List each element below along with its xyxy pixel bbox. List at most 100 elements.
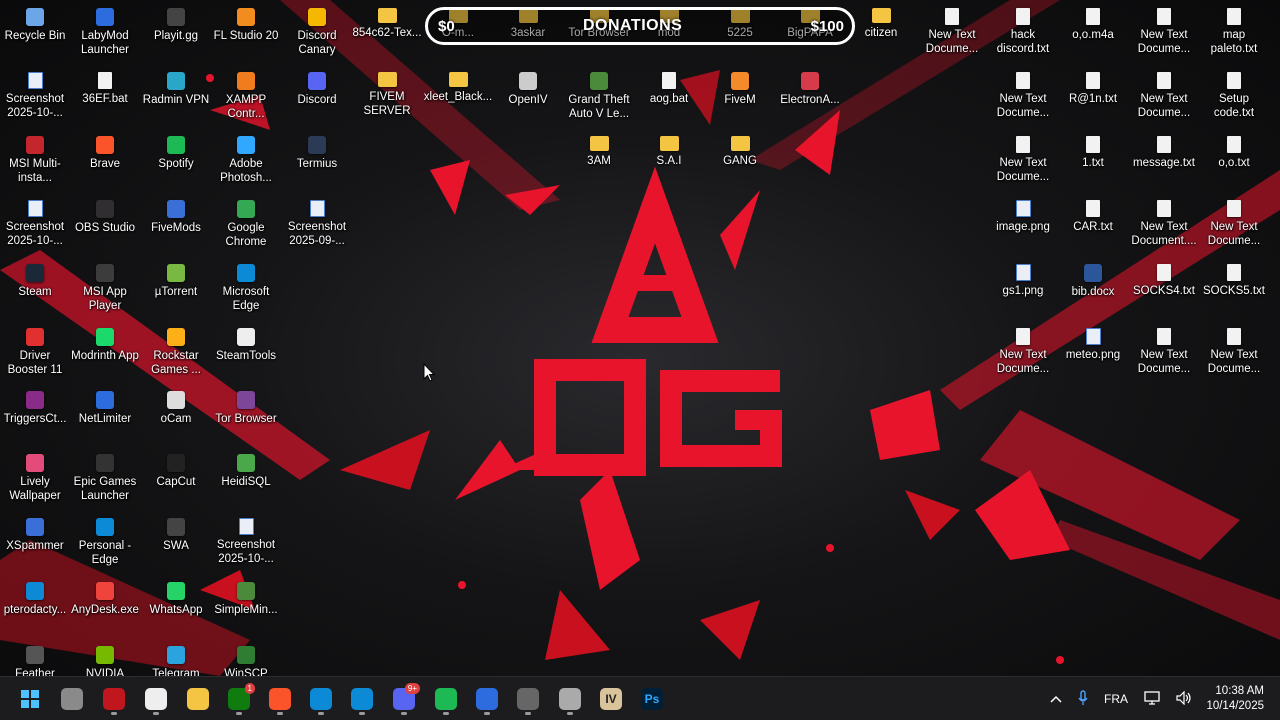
desktop-icon[interactable]: S.A.I [634,130,704,192]
desktop-icon[interactable]: Personal - Edge [70,512,140,574]
desktop-icon[interactable]: FIVEM SERVER [352,66,422,128]
desktop-icon[interactable]: Screenshot 2025-09-... [282,194,352,256]
desktop-icon[interactable]: Microsoft Edge [211,258,281,320]
desktop-icon[interactable]: TriggersCt... [0,385,70,447]
desktop-icon[interactable]: GANG [705,130,775,192]
desktop-icon[interactable]: CapCut [141,448,211,510]
desktop-icon[interactable]: OBS Studio [70,194,140,256]
taskbar-brave[interactable] [262,683,298,715]
taskbar-file-explorer[interactable] [180,683,216,715]
desktop-icon[interactable]: 854c62-Tex... [352,2,422,64]
desktop-icon[interactable]: gs1.png [988,258,1058,320]
desktop-icon[interactable]: pterodacty... [0,576,70,638]
desktop-icon[interactable]: citizen [846,2,916,64]
desktop-icon[interactable]: New Text Docume... [988,66,1058,128]
desktop-icon[interactable]: 36EF.bat [70,66,140,128]
desktop-icon[interactable]: Screenshot 2025-10-... [211,512,281,574]
desktop-icon[interactable]: Screenshot 2025-10-... [0,66,70,128]
desktop-icon[interactable]: FL Studio 20 [211,2,281,64]
desktop-icon[interactable]: aog.bat [634,66,704,128]
network-icon[interactable] [1144,690,1160,708]
desktop-icon[interactable]: R@1n.txt [1058,66,1128,128]
desktop-icon[interactable]: o,o.txt [1199,130,1269,192]
desktop-icon[interactable]: Lively Wallpaper [0,448,70,510]
taskbar-discord[interactable]: 9+ [386,683,422,715]
desktop-icon[interactable]: Playit.gg [141,2,211,64]
task-view-button[interactable] [54,683,90,715]
desktop-icon[interactable]: Brave [70,130,140,192]
desktop-icon[interactable]: SWA [141,512,211,574]
taskbar-app-1[interactable] [96,683,132,715]
desktop-icon[interactable]: New Text Docume... [988,322,1058,384]
chevron-up-icon[interactable] [1050,692,1062,706]
desktop-icon[interactable]: LabyMod Launcher [70,2,140,64]
desktop-icon[interactable]: SOCKS4.txt [1129,258,1199,320]
desktop-icon[interactable]: Discord Canary [282,2,352,64]
desktop-icon[interactable]: meteo.png [1058,322,1128,384]
desktop-icon[interactable]: CAR.txt [1058,194,1128,256]
taskbar-app-4[interactable] [552,683,588,715]
desktop-icon[interactable]: FiveM [705,66,775,128]
taskbar-photoshop[interactable]: Ps [634,683,670,715]
taskbar-app-3[interactable] [510,683,546,715]
desktop-icon[interactable]: Grand Theft Auto V Le... [564,66,634,128]
desktop-icon[interactable]: Epic Games Launcher [70,448,140,510]
desktop-icon[interactable]: oCam [141,385,211,447]
desktop-icon[interactable]: Spotify [141,130,211,192]
desktop-icon[interactable]: 1.txt [1058,130,1128,192]
desktop-icon[interactable]: Setup code.txt [1199,66,1269,128]
taskbar-spotify[interactable] [428,683,464,715]
desktop-icon[interactable]: Termius [282,130,352,192]
desktop-icon[interactable]: FiveMods [141,194,211,256]
desktop-icon[interactable]: AnyDesk.exe [70,576,140,638]
taskbar-edge[interactable] [303,683,339,715]
taskbar-xbox[interactable]: 1 [221,683,257,715]
desktop-icon[interactable]: hack discord.txt [988,2,1058,64]
desktop-icon[interactable]: message.txt [1129,130,1199,192]
desktop-icon[interactable]: New Text Docume... [1129,2,1199,64]
language-indicator[interactable]: FRA [1104,692,1128,706]
desktop-icon[interactable]: Steam [0,258,70,320]
desktop-icon[interactable]: image.png [988,194,1058,256]
desktop-icon[interactable]: 3AM [564,130,634,192]
desktop-icon[interactable]: Tor Browser [211,385,281,447]
taskbar-edge-2[interactable] [344,683,380,715]
desktop-icon[interactable]: map paleto.txt [1199,2,1269,64]
taskbar-github[interactable] [138,683,174,715]
microphone-icon[interactable] [1078,689,1088,709]
desktop-icon[interactable]: XSpammer [0,512,70,574]
desktop-icon[interactable]: Adobe Photosh... [211,130,281,192]
desktop-icon[interactable]: SimpleMin... [211,576,281,638]
desktop-icon[interactable]: New Text Docume... [1199,322,1269,384]
desktop-icon[interactable]: µTorrent [141,258,211,320]
desktop-icon[interactable]: New Text Docume... [988,130,1058,192]
desktop-icon[interactable]: SOCKS5.txt [1199,258,1269,320]
desktop-icon[interactable]: XAMPP Contr... [211,66,281,128]
desktop-icon[interactable]: MSI Multi-insta... [0,130,70,192]
desktop-icon[interactable]: New Text Docume... [917,2,987,64]
desktop-icon[interactable]: OpenIV [493,66,563,128]
desktop-icon[interactable]: HeidiSQL [211,448,281,510]
desktop-icon[interactable]: Recycle Bin [0,2,70,64]
desktop-icon[interactable]: bib.docx [1058,258,1128,320]
taskbar-app-2[interactable] [469,683,505,715]
desktop-icon[interactable]: Discord [282,66,352,128]
start-button[interactable] [12,683,48,715]
desktop-icon[interactable]: xleet_Black... [423,66,493,128]
system-clock[interactable]: 10:38 AM 10/14/2025 [1206,684,1264,714]
desktop-icon[interactable]: Google Chrome [211,194,281,256]
taskbar-openiv[interactable]: IV [593,683,629,715]
desktop-icon[interactable]: Screenshot 2025-10-... [0,194,70,256]
desktop-icon[interactable]: New Text Document.... [1129,194,1199,256]
volume-icon[interactable] [1176,690,1192,708]
desktop-icon[interactable]: New Text Docume... [1129,66,1199,128]
desktop-icon[interactable]: Rockstar Games ... [141,322,211,384]
desktop-icon[interactable]: MSI App Player [70,258,140,320]
desktop-icon[interactable]: Driver Booster 11 [0,322,70,384]
desktop-icon[interactable]: New Text Docume... [1199,194,1269,256]
desktop-icon[interactable]: NetLimiter [70,385,140,447]
desktop-icon[interactable]: ElectronA... [775,66,845,128]
desktop-icon[interactable]: WhatsApp [141,576,211,638]
desktop-icon[interactable]: Modrinth App [70,322,140,384]
desktop-icon[interactable]: Radmin VPN [141,66,211,128]
